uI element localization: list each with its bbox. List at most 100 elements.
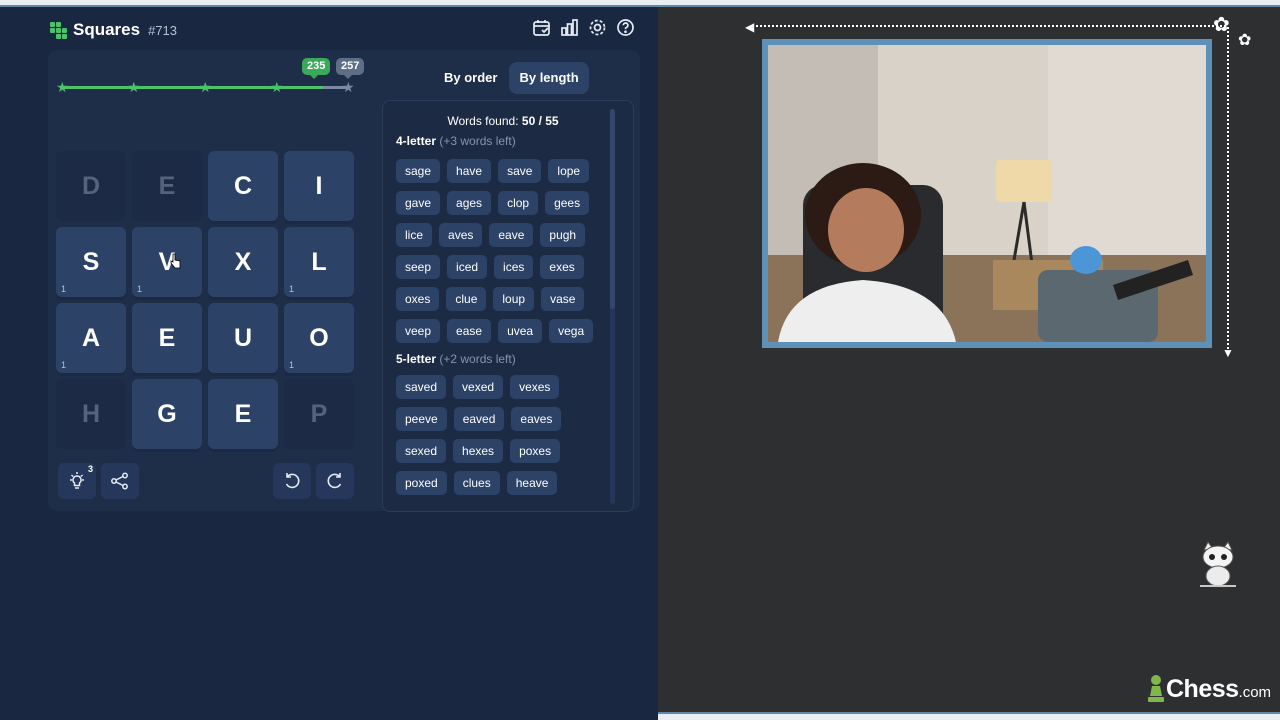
words-found-value: 50 / 55	[521, 114, 559, 128]
words-found-label: Words found:	[447, 114, 519, 128]
tile-letter: E	[234, 399, 252, 428]
star-earned-icon: ★	[270, 79, 284, 95]
stats-icon[interactable]	[560, 18, 579, 37]
tile-letter: P	[310, 399, 328, 428]
settings-icon[interactable]	[588, 18, 607, 37]
word-chip[interactable]: clop	[498, 191, 539, 215]
chess-com-logo: Chess .com	[1146, 674, 1271, 704]
decorative-dotted-line-vertical	[1227, 27, 1229, 353]
word-chip[interactable]: eaved	[453, 407, 505, 431]
word-chip[interactable]: veep	[396, 319, 441, 343]
word-chip[interactable]: sage	[396, 159, 441, 183]
word-chip[interactable]: sexed	[396, 439, 447, 463]
word-chip[interactable]: vase	[541, 287, 585, 311]
cat-mascot-icon	[1200, 541, 1236, 587]
letter-tile[interactable]: V1	[132, 227, 202, 297]
star-earned-icon: ★	[127, 79, 141, 95]
rotate-right-icon	[327, 473, 342, 489]
word-chip[interactable]: save	[498, 159, 542, 183]
scrollbar-thumb[interactable]	[610, 109, 615, 309]
word-chip-list: sage have save lope gave ages clop gees lice aves…	[396, 159, 601, 343]
letter-tile[interactable]: P	[284, 379, 354, 449]
rotate-left-button[interactable]	[273, 463, 311, 499]
section-remaining: (+3 words left)	[439, 134, 516, 148]
words-found-panel[interactable]: Words found: 50 / 55 4-letter (+3 words …	[382, 100, 634, 512]
word-chip[interactable]: have	[447, 159, 492, 183]
word-chip[interactable]: gave	[396, 191, 441, 215]
word-chip[interactable]: oxes	[396, 287, 440, 311]
word-chip[interactable]: uvea	[498, 319, 543, 343]
squares-logo-icon	[50, 21, 67, 39]
word-chip[interactable]: poxes	[510, 439, 561, 463]
tile-letter: G	[157, 399, 177, 428]
word-chip[interactable]: vega	[549, 319, 594, 343]
word-chip[interactable]: clue	[446, 287, 487, 311]
letter-tile[interactable]: X	[208, 227, 278, 297]
letter-tile[interactable]: L1	[284, 227, 354, 297]
word-chip[interactable]: vexes	[510, 375, 560, 399]
word-chip[interactable]: saved	[396, 375, 447, 399]
tile-letter: X	[234, 247, 252, 276]
tile-letter: I	[315, 171, 323, 200]
word-chip[interactable]: gees	[545, 191, 590, 215]
tile-letter: E	[158, 323, 176, 352]
word-chip[interactable]: eave	[489, 223, 534, 247]
tile-word-count: 1	[61, 284, 67, 294]
letter-tile[interactable]: O1	[284, 303, 354, 373]
score-progress-bar: ★ ★ ★ ★ ★	[56, 80, 355, 94]
word-chip[interactable]: ages	[447, 191, 492, 215]
word-chip[interactable]: hexes	[453, 439, 504, 463]
letter-tile[interactable]: S1	[56, 227, 126, 297]
share-button[interactable]	[101, 463, 139, 499]
tile-word-count: 1	[289, 284, 295, 294]
word-chip[interactable]: loup	[493, 287, 535, 311]
word-chip[interactable]: lice	[396, 223, 433, 247]
letter-tile[interactable]: C	[208, 151, 278, 221]
word-chip[interactable]: pugh	[540, 223, 586, 247]
letter-tile[interactable]: G	[132, 379, 202, 449]
tab-by-order[interactable]: By order	[434, 62, 507, 94]
letter-tile[interactable]: E	[132, 151, 202, 221]
max-badge-pointer	[344, 75, 352, 79]
word-chip[interactable]: heave	[506, 471, 558, 495]
letter-tile[interactable]: H	[56, 379, 126, 449]
hint-count: 3	[88, 464, 94, 474]
word-chip[interactable]: ease	[447, 319, 492, 343]
word-chip[interactable]: seep	[396, 255, 441, 279]
letter-tile[interactable]: U	[208, 303, 278, 373]
share-icon	[111, 472, 128, 490]
word-chip[interactable]: lope	[548, 159, 590, 183]
word-chip[interactable]: vexed	[453, 375, 504, 399]
letter-tile[interactable]: I	[284, 151, 354, 221]
section-remaining: (+2 words left)	[439, 352, 516, 366]
word-chip[interactable]: iced	[447, 255, 488, 279]
word-chip[interactable]: clues	[453, 471, 500, 495]
letter-tile[interactable]: D	[56, 151, 126, 221]
calendar-icon[interactable]	[532, 18, 551, 37]
flower-icon: ✿	[1213, 14, 1230, 36]
letter-tile[interactable]: A1	[56, 303, 126, 373]
tile-letter: C	[233, 171, 253, 200]
word-chip[interactable]: exes	[540, 255, 584, 279]
word-chip[interactable]: poxed	[396, 471, 447, 495]
app-header: Squares #713	[50, 18, 177, 42]
words-scrollbar[interactable]	[610, 109, 615, 504]
words-found-counter: Words found: 50 / 55	[383, 114, 623, 128]
word-section-heading: 5-letter (+2 words left)	[396, 352, 516, 366]
tile-letter: U	[233, 323, 253, 352]
letter-tile[interactable]: E	[208, 379, 278, 449]
brand-domain: .com	[1238, 684, 1272, 701]
help-icon[interactable]	[616, 18, 635, 37]
letter-tile[interactable]: E	[132, 303, 202, 373]
word-chip[interactable]: peeve	[396, 407, 447, 431]
section-title: 5-letter	[396, 352, 437, 366]
word-chip[interactable]: eaves	[511, 407, 562, 431]
tab-by-length[interactable]: By length	[509, 62, 589, 94]
word-chip[interactable]: aves	[439, 223, 483, 247]
word-section-heading: 4-letter (+3 words left)	[396, 134, 516, 148]
rotate-right-button[interactable]	[316, 463, 354, 499]
decorative-dotted-line	[752, 25, 1226, 27]
brand-name: Chess	[1166, 675, 1239, 703]
word-chip[interactable]: ices	[494, 255, 534, 279]
star-empty-icon: ★	[342, 79, 355, 95]
